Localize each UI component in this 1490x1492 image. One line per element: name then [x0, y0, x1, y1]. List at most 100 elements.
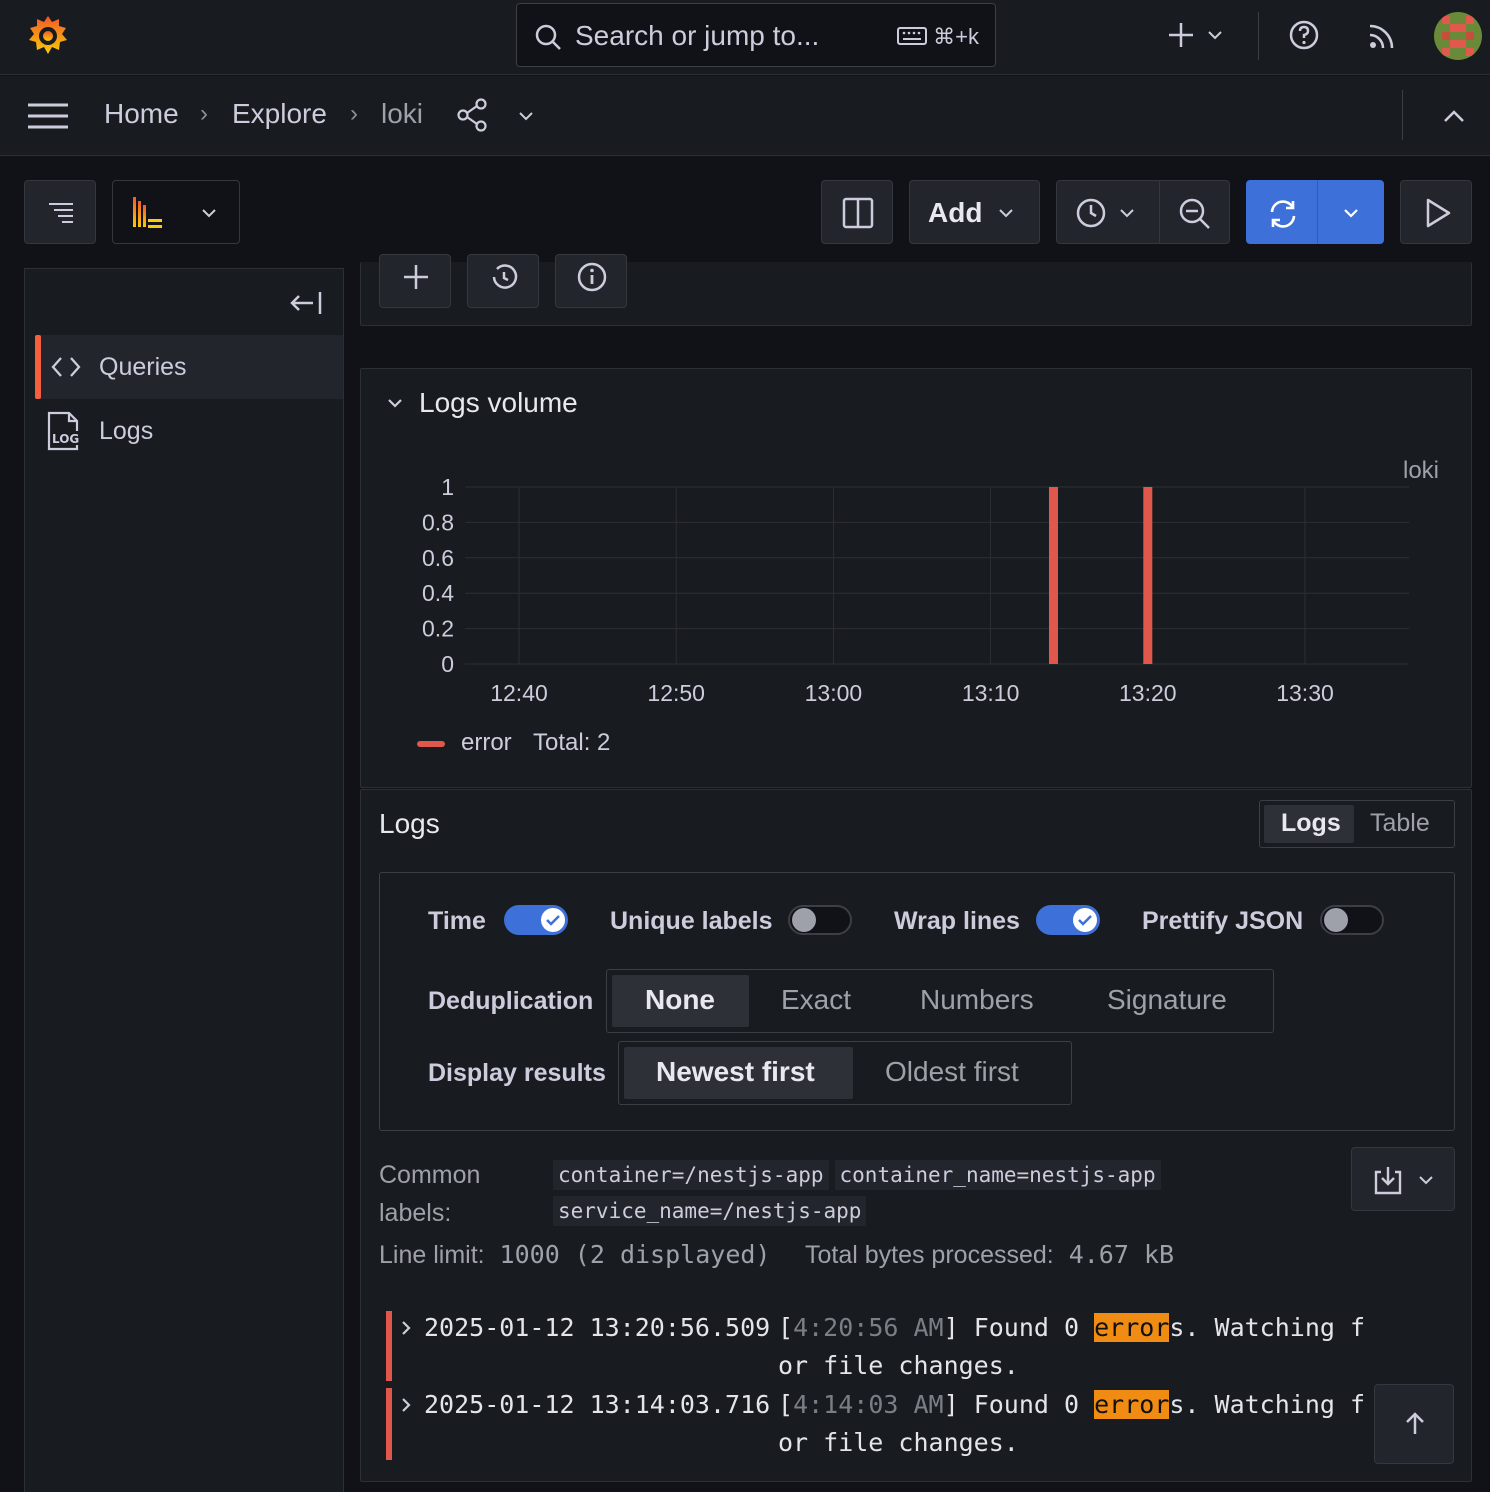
log-row[interactable]: 2025-01-12 13:20:56.509 [4:20:56 AM] Fou… [386, 1311, 1386, 1381]
sidebar-item-label: Logs [99, 417, 154, 445]
check-icon [1073, 908, 1097, 932]
rss-news-icon[interactable] [1366, 20, 1398, 52]
chevron-down-icon [999, 209, 1013, 218]
download-icon [1374, 1167, 1402, 1195]
label-chip: container=/nestjs-app [553, 1160, 829, 1190]
new-button[interactable] [1166, 18, 1230, 54]
add-button[interactable]: Add [909, 180, 1040, 244]
log-timestamp: 2025-01-12 13:20:56.509 [424, 1313, 771, 1342]
split-pane-button[interactable] [821, 180, 893, 244]
logs-volume-chart: 1 0.8 0.6 0.4 0.2 0 12:40 12:50 13:00 13:10 13:20 1… [422, 474, 1409, 706]
dedup-option-exact[interactable]: Exact [781, 984, 851, 1016]
bytes-processed-value: 4.67 kB [1068, 1240, 1175, 1269]
sidebar-item-queries[interactable]: Queries [35, 335, 343, 399]
common-labels-list: container=/nestjs-app container_name=nest… [553, 1160, 1173, 1232]
breadcrumb-separator-icon: › [200, 100, 208, 127]
help-icon[interactable] [1288, 19, 1320, 51]
topbar-divider [1258, 12, 1259, 60]
chevron-down-icon [202, 209, 216, 218]
chevron-down-icon [1208, 31, 1222, 40]
keyboard-icon [897, 27, 928, 45]
logs-title: Logs [379, 808, 440, 839]
y-tick-label: 0 [441, 651, 454, 677]
log-message-line1: [4:20:56 AM] Found 0 errors. Watching f [778, 1313, 1366, 1342]
log-row[interactable]: 2025-01-12 13:14:03.716 [4:14:03 AM] Fou… [386, 1388, 1386, 1460]
user-avatar[interactable] [1434, 12, 1482, 60]
query-editor-panel [360, 254, 1472, 326]
grafana-logo-icon[interactable] [24, 12, 72, 60]
active-indicator [35, 335, 41, 399]
refresh-interval-dropdown[interactable] [1317, 180, 1384, 244]
y-tick-label: 1 [441, 474, 454, 500]
collapse-sidebar-icon[interactable] [289, 289, 323, 317]
log-message-line2: or file changes. [778, 1351, 1019, 1380]
sidebar-item-label: Queries [99, 353, 187, 381]
toggle-knob [1324, 908, 1348, 932]
query-inspector-button[interactable] [555, 254, 627, 308]
chevron-up-icon[interactable] [1440, 102, 1468, 130]
scroll-to-top-button[interactable] [1374, 1384, 1454, 1464]
download-logs-button[interactable] [1351, 1147, 1455, 1211]
breadcrumb-explore[interactable]: Explore [232, 98, 327, 130]
log-message-pre: Found 0 [973, 1313, 1095, 1342]
log-message-line2: or file changes. [778, 1428, 1019, 1457]
deduplication-label: Deduplication [428, 987, 594, 1015]
share-icon[interactable] [456, 98, 488, 132]
view-tab-table[interactable]: Table [1370, 809, 1430, 838]
expand-chevron-icon[interactable] [398, 1396, 414, 1414]
view-tab-logs[interactable]: Logs [1281, 809, 1341, 838]
chevron-down-icon [1120, 209, 1134, 218]
time-range-picker[interactable] [1056, 180, 1160, 244]
collapse-chevron-icon[interactable] [385, 393, 405, 413]
expand-chevron-icon[interactable] [398, 1319, 414, 1337]
share-chevron-down-icon[interactable] [516, 106, 536, 126]
add-label: Add [928, 197, 983, 228]
breadcrumb-home[interactable]: Home [104, 98, 179, 130]
time-toggle[interactable] [504, 905, 568, 935]
plus-icon [404, 265, 428, 289]
label-chip: container_name=nestjs-app [834, 1160, 1161, 1190]
display-results-selector: Newest first Oldest first [618, 1041, 1072, 1105]
display-option-oldest[interactable]: Oldest first [885, 1056, 1019, 1088]
zoom-out-button[interactable] [1159, 180, 1230, 244]
wrap-lines-toggle[interactable] [1036, 905, 1100, 935]
log-file-icon: LOG [47, 411, 83, 451]
unique-labels-toggle[interactable] [788, 905, 852, 935]
content-outline-sidebar: Queries LOG Logs [24, 268, 344, 1492]
content-outline-button[interactable] [24, 180, 96, 244]
breadcrumb-current: loki [381, 98, 424, 129]
logs-volume-title[interactable]: Logs volume [419, 387, 578, 419]
logs-volume-panel: Logs volume loki 1 0.8 0.6 0.4 0.2 0 12:40 12:5… [360, 368, 1472, 788]
search-highlight: error [1094, 1313, 1170, 1342]
dedup-option-none[interactable]: None [645, 984, 715, 1016]
chevron-down-icon [1419, 1176, 1433, 1185]
add-query-button[interactable] [379, 254, 451, 308]
search-shortcut: ⌘+k [897, 24, 979, 50]
dedup-option-signature[interactable]: Signature [1107, 984, 1227, 1016]
display-option-newest[interactable]: Newest first [656, 1056, 815, 1088]
plus-icon [1169, 23, 1193, 47]
run-query-button[interactable] [1400, 180, 1472, 244]
datasource-picker[interactable] [112, 180, 240, 244]
search-bar[interactable]: Search or jump to... ⌘+k [516, 3, 996, 67]
line-limit-label: Line limit: [379, 1241, 485, 1269]
check-icon [541, 908, 565, 932]
query-history-button[interactable] [467, 254, 539, 308]
log-message-pre: Found 0 [973, 1390, 1095, 1419]
legend-series-name[interactable]: error [461, 729, 512, 757]
x-tick-label: 13:10 [962, 680, 1020, 706]
clock-icon [1076, 198, 1106, 228]
dedup-option-numbers[interactable]: Numbers [920, 984, 1034, 1016]
refresh-button[interactable] [1246, 180, 1318, 244]
prettify-json-toggle[interactable] [1320, 905, 1384, 935]
breadcrumb-divider [1402, 90, 1403, 140]
play-icon [1426, 198, 1451, 228]
search-highlight: error [1094, 1390, 1170, 1419]
x-tick-label: 13:30 [1276, 680, 1334, 706]
log-message-post: s. Watching f [1169, 1390, 1366, 1419]
log-message-post: s. Watching f [1169, 1313, 1366, 1342]
sidebar-item-logs[interactable]: LOG Logs [35, 399, 343, 463]
menu-icon[interactable] [28, 102, 68, 130]
y-tick-label: 0.8 [422, 509, 454, 535]
breadcrumb-separator-icon: › [350, 100, 358, 127]
